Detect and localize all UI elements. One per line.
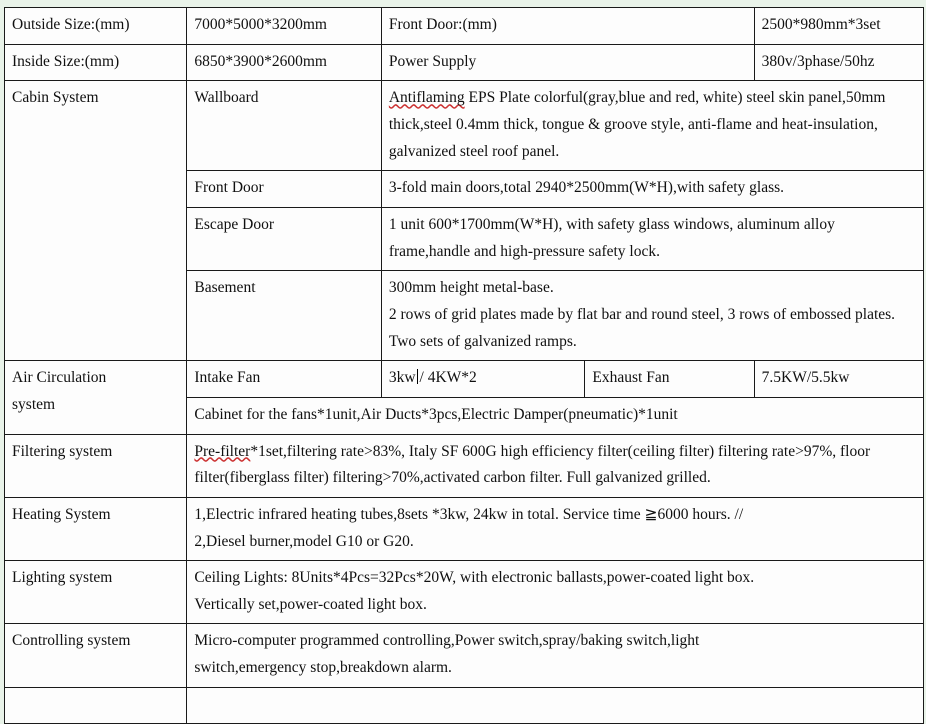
basement-desc-line2: 2 rows of grid plates made by flat bar a…: [388, 305, 896, 350]
air-circulation-label-line1: Air Circulation: [12, 369, 107, 387]
cell-power-supply-value: 380v/3phase/50hz: [753, 43, 925, 82]
table-row: Lighting system Ceiling Lights: 8Units*4…: [3, 560, 924, 625]
table-row: Heating System 1,Electric infrared heati…: [3, 496, 924, 562]
cell-exhaust-fan-label: Exhaust Fan: [584, 360, 755, 398]
cell-next-row-label: [3, 686, 188, 724]
cell-front-door-sub-label: Front Door: [186, 170, 382, 208]
cell-controlling-system-label: Controlling system: [3, 623, 188, 688]
lighting-desc-line2: Vertically set,power-coated light box.: [194, 595, 427, 613]
cell-outside-size-value: 7000*5000*3200mm: [186, 7, 382, 45]
table-row: Inside Size:(mm) 6850*3900*2600mm Power …: [3, 43, 925, 82]
cell-intake-fan-label: Intake Fan: [186, 360, 382, 398]
table-row: Controlling system Micro-computer progra…: [3, 623, 924, 688]
specification-table: Outside Size:(mm) 7000*5000*3200mm Front…: [3, 7, 925, 724]
basement-desc-line1: 300mm height metal-base.: [388, 279, 554, 297]
spellcheck-word: Pre-filter: [194, 442, 251, 460]
heating-desc-line2: 2,Diesel burner,model G10 or G20.: [194, 532, 414, 550]
table-row: Filtering system Pre-filter*1set,filteri…: [3, 433, 924, 498]
cell-air-circulation-label: Air Circulation system: [3, 360, 188, 435]
air-circulation-label-line2: system: [12, 395, 56, 413]
cell-next-row-desc: [186, 686, 924, 724]
lighting-desc-line1: Ceiling Lights: 8Units*4Pcs=32Pcs*20W, w…: [194, 569, 755, 587]
cell-outside-size-label: Outside Size:(mm): [3, 7, 188, 45]
cell-wallboard-label: Wallboard: [186, 80, 382, 172]
spellcheck-word: Antiflaming: [388, 89, 465, 107]
cell-inside-size-label: Inside Size:(mm): [3, 43, 188, 82]
cell-escape-door-label: Escape Door: [186, 206, 382, 272]
document-page: Outside Size:(mm) 7000*5000*3200mm Front…: [0, 7, 926, 724]
table-row: Outside Size:(mm) 7000*5000*3200mm Front…: [3, 7, 925, 45]
cell-wallboard-desc: Antiflaming EPS Plate colorful(gray,blue…: [380, 80, 925, 172]
cell-escape-door-desc: 1 unit 600*1700mm(W*H), with safety glas…: [380, 206, 925, 272]
cell-intake-fan-value[interactable]: 3kw/ 4KW*2: [380, 360, 586, 398]
intake-fan-value-after: / 4KW*2: [419, 369, 477, 387]
cell-inside-size-value: 6850*3900*2600mm: [186, 43, 382, 82]
filtering-desc-rest: *1set,filtering rate>83%, Italy SF 600G …: [194, 442, 871, 487]
cell-filtering-system-label: Filtering system: [3, 433, 188, 498]
cell-lighting-system-desc: Ceiling Lights: 8Units*4Pcs=32Pcs*20W, w…: [186, 560, 924, 625]
cell-basement-desc: 300mm height metal-base. 2 rows of grid …: [380, 270, 925, 362]
cell-controlling-system-desc: Micro-computer programmed controlling,Po…: [186, 623, 924, 688]
cell-front-door-desc: 3-fold main doors,total 2940*2500mm(W*H)…: [380, 170, 925, 208]
heating-desc-line1: 1,Electric infrared heating tubes,8sets …: [194, 505, 744, 523]
cell-front-door-label: Front Door:(mm): [380, 7, 755, 45]
cell-lighting-system-label: Lighting system: [3, 560, 188, 625]
intake-fan-value-before: 3kw: [388, 369, 416, 387]
cell-basement-label: Basement: [186, 270, 382, 362]
cell-filtering-system-desc: Pre-filter*1set,filtering rate>83%, Ital…: [186, 433, 924, 498]
cell-front-door-value: 2500*980mm*3set: [753, 7, 925, 45]
table-row: Air Circulation system Intake Fan 3kw/ 4…: [3, 360, 925, 435]
cell-power-supply-label: Power Supply: [380, 43, 755, 82]
cell-heating-system-label: Heating System: [3, 496, 188, 562]
table-row-partial: [3, 686, 924, 724]
cell-exhaust-fan-value: 7.5KW/5.5kw: [753, 360, 925, 398]
cell-heating-system-desc: 1,Electric infrared heating tubes,8sets …: [186, 496, 924, 562]
controlling-desc-line2: switch,emergency stop,breakdown alarm.: [194, 659, 452, 677]
text-cursor-caret: [416, 369, 418, 385]
cell-air-cabinet-desc: Cabinet for the fans*1unit,Air Ducts*3pc…: [186, 396, 924, 435]
cell-cabin-system-label: Cabin System: [3, 80, 188, 362]
table-row: Cabin System Wallboard Antiflaming EPS P…: [3, 80, 925, 362]
controlling-desc-line1: Micro-computer programmed controlling,Po…: [194, 632, 700, 650]
